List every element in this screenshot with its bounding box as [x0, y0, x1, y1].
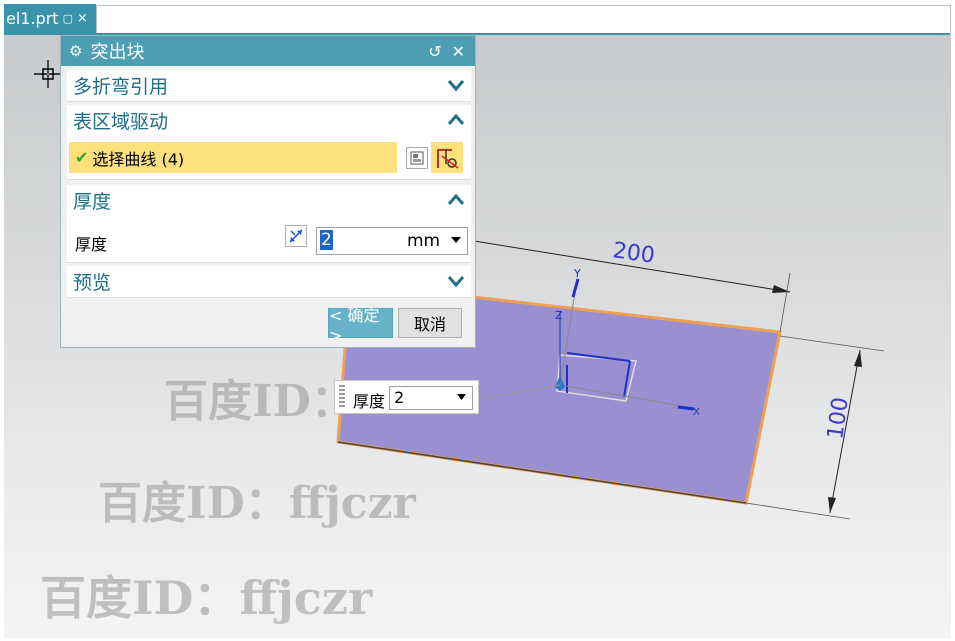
onscreen-thickness-field[interactable]: 2: [389, 386, 473, 410]
onscreen-thickness-value: 2: [394, 388, 405, 407]
y-axis-label: Y: [573, 267, 581, 280]
cancel-button[interactable]: 取消: [398, 308, 462, 338]
onscreen-thickness-input[interactable]: 厚度 2: [334, 380, 479, 414]
thickness-input[interactable]: 2 mm: [316, 227, 468, 255]
pin-icon[interactable]: ▢: [63, 4, 73, 34]
chevron-up-icon[interactable]: [445, 109, 467, 131]
tab-title: el1.prt: [6, 9, 59, 28]
dropdown-arrow-icon[interactable]: [457, 394, 466, 400]
dim-100-ext-top: [779, 335, 885, 352]
section-surface-drive-label: 表区域驱动: [73, 110, 169, 133]
chevron-down-icon[interactable]: [445, 270, 467, 292]
sketch-section-icon[interactable]: [431, 142, 463, 173]
section-preview[interactable]: 预览: [67, 266, 471, 298]
dialog-title: 突出块: [90, 42, 145, 63]
select-curve-label: 选择曲线 (4): [92, 149, 185, 169]
dim-100-arrow-bottom: [828, 497, 836, 513]
y-axis-arrow: [571, 278, 580, 298]
check-icon: ✔: [75, 148, 89, 167]
section-thickness-label: 厚度: [73, 190, 112, 213]
x-axis-arrow: [677, 405, 695, 411]
onscreen-thickness-label: 厚度: [353, 392, 386, 411]
thickness-label: 厚度: [75, 235, 108, 254]
dialog-title-bar[interactable]: ⚙ 突出块 ↺ ✕: [61, 36, 475, 66]
z-axis-label: Z: [555, 309, 563, 322]
close-icon[interactable]: ×: [77, 4, 88, 34]
tab-dialog[interactable]: ⚙ 突出块 ↺ ✕ 多折弯引用 表区域驱动 ✔ 选择曲线 (4) 厚度 厚度 2…: [60, 35, 476, 348]
thickness-value: 2: [320, 230, 333, 250]
select-curve-row[interactable]: ✔ 选择曲线 (4): [69, 142, 397, 173]
tab-strip-empty: [96, 5, 951, 34]
ok-button[interactable]: < 确定 >: [328, 306, 393, 345]
section-multi-bend[interactable]: 多折弯引用: [67, 70, 471, 102]
x-axis-label: X: [693, 407, 700, 418]
reset-icon[interactable]: ↺: [428, 42, 441, 61]
section-preview-label: 预览: [73, 271, 112, 294]
dim-100-ext-bottom: [745, 502, 851, 520]
thickness-row: 厚度 2 mm: [67, 223, 471, 257]
drag-grip[interactable]: [339, 385, 345, 409]
document-tab-bar: el1.prt ▢ ×: [0, 0, 955, 35]
dropdown-arrow-icon[interactable]: [451, 237, 461, 243]
dim-100-label[interactable]: 100: [823, 396, 854, 441]
dim-100-arrow-top: [854, 350, 862, 367]
reverse-direction-icon[interactable]: [285, 225, 307, 247]
section-multi-bend-label: 多折弯引用: [73, 75, 169, 98]
curve-rule-icon[interactable]: [406, 147, 428, 169]
gear-icon[interactable]: ⚙: [69, 42, 82, 60]
chevron-down-icon[interactable]: [445, 74, 467, 96]
tab-document[interactable]: el1.prt ▢ ×: [4, 4, 96, 34]
dim-200-extension: [779, 272, 791, 333]
chevron-up-icon[interactable]: [445, 189, 467, 211]
close-icon[interactable]: ✕: [452, 42, 465, 61]
thickness-unit: mm: [407, 231, 441, 251]
